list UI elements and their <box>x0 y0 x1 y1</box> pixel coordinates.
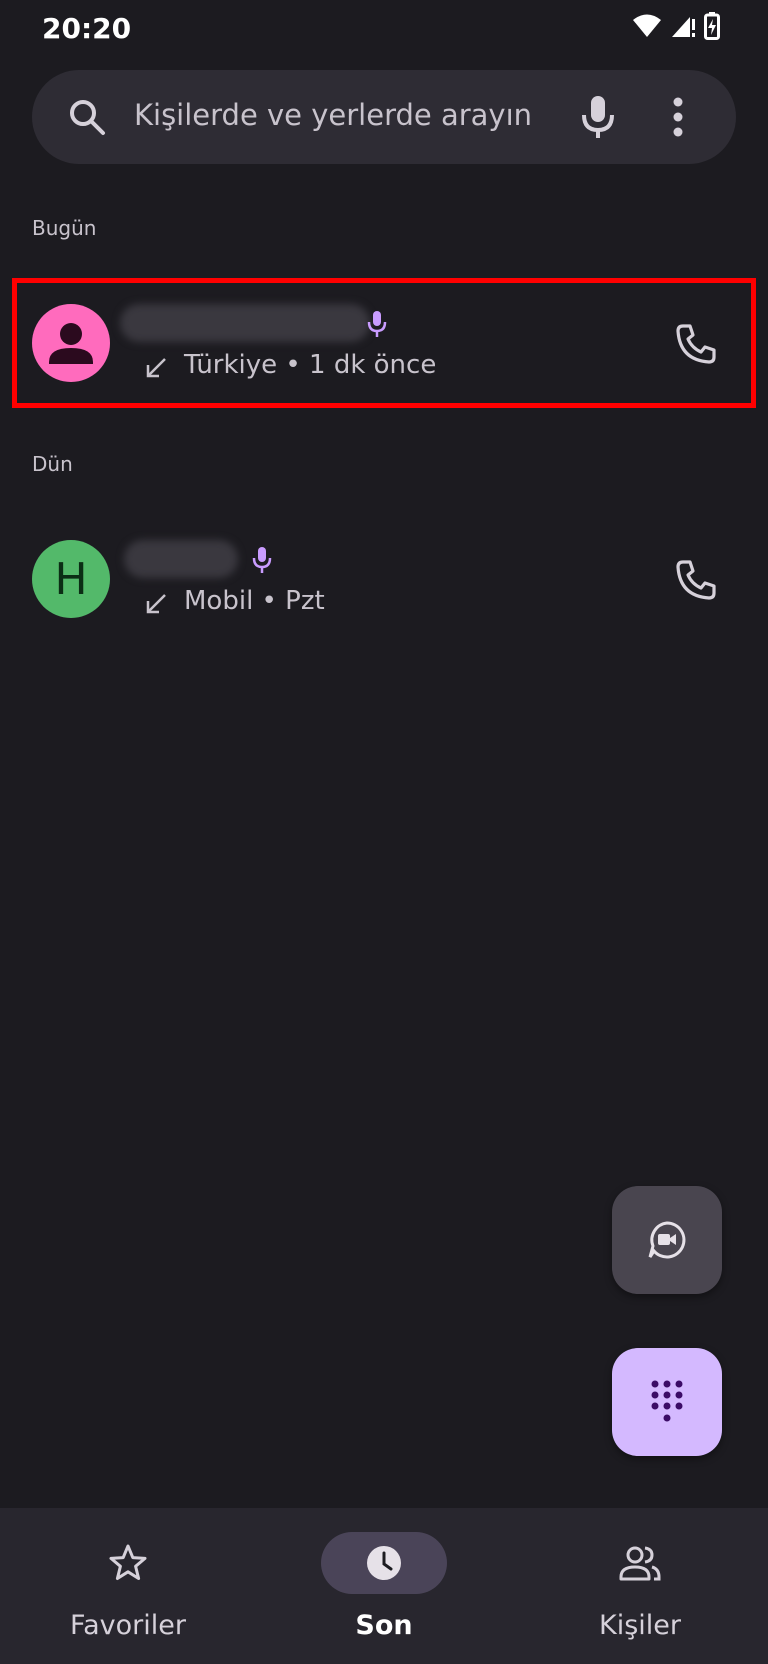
incoming-call-icon <box>146 358 166 378</box>
battery-icon <box>704 12 720 40</box>
search-bar[interactable]: Kişilerde ve yerlerde arayın <box>32 70 736 164</box>
dialpad-icon <box>651 1380 683 1422</box>
phone-icon[interactable] <box>674 558 718 602</box>
nav-label: Favoriler <box>70 1610 186 1641</box>
star-icon <box>109 1544 147 1580</box>
people-icon <box>619 1546 661 1581</box>
video-call-button[interactable] <box>612 1186 722 1294</box>
clock-icon <box>367 1546 401 1580</box>
phone-app-screen: 20:20 Kişilerde ve yerlerde arayın Bugün… <box>0 0 768 1664</box>
search-icon[interactable] <box>68 98 106 136</box>
signal-icon <box>672 17 695 37</box>
more-options-icon[interactable] <box>668 96 688 138</box>
status-bar: 20:20 <box>0 0 768 56</box>
nav-icon-wrap <box>65 1532 191 1594</box>
nav-label: Son <box>355 1610 413 1641</box>
incoming-call-icon <box>146 594 166 614</box>
section-label-today: Bugün <box>32 216 97 240</box>
nav-icon-wrap <box>577 1532 703 1594</box>
nav-item-contacts[interactable]: Kişiler <box>512 1508 768 1664</box>
dialpad-button[interactable] <box>612 1348 722 1456</box>
status-time: 20:20 <box>42 12 132 45</box>
avatar[interactable]: H <box>32 540 110 618</box>
person-icon <box>49 323 93 364</box>
call-recording-icon <box>252 547 272 573</box>
search-input[interactable]: Kişilerde ve yerlerde arayın <box>134 98 532 132</box>
contact-name-redacted <box>120 304 370 342</box>
call-meta: Mobil • Pzt <box>184 586 325 616</box>
nav-label: Kişiler <box>599 1610 681 1641</box>
nav-active-indicator <box>321 1532 447 1594</box>
status-icons <box>632 12 720 40</box>
nav-item-favorites[interactable]: Favoriler <box>0 1508 256 1664</box>
avatar[interactable] <box>32 304 110 382</box>
mic-icon[interactable] <box>578 94 618 140</box>
call-log-item[interactable]: Türkiye • 1 dk önce <box>12 278 756 408</box>
call-recording-icon <box>367 311 387 337</box>
bottom-navigation: Favoriler Son Kişiler <box>0 1508 768 1664</box>
phone-icon[interactable] <box>674 322 718 366</box>
video-call-icon <box>648 1221 686 1259</box>
nav-item-recents[interactable]: Son <box>256 1508 512 1664</box>
call-meta: Türkiye • 1 dk önce <box>184 350 437 380</box>
section-label-yesterday: Dün <box>32 452 73 476</box>
contact-name-redacted <box>124 540 238 578</box>
call-log-item[interactable]: H Mobil • Pzt <box>12 514 756 644</box>
wifi-icon <box>633 14 661 37</box>
avatar-letter: H <box>54 553 88 605</box>
